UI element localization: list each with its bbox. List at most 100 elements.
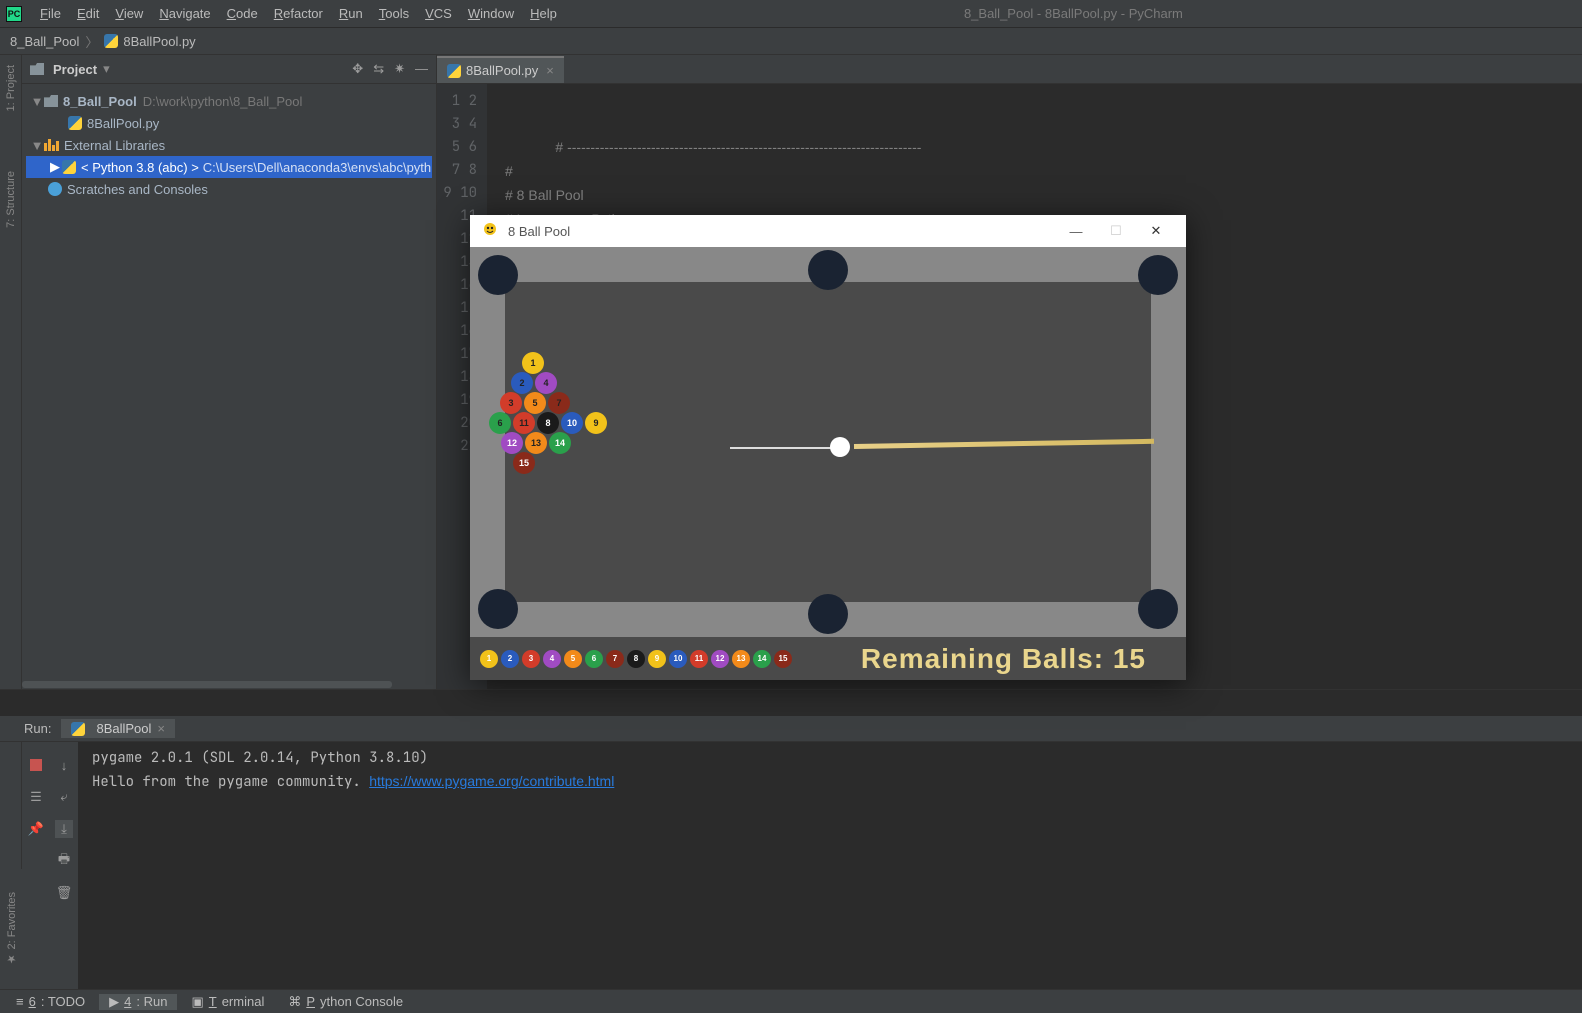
ball-6[interactable]: 6 — [489, 412, 511, 434]
tool-project[interactable]: 1: Project — [5, 65, 17, 111]
console-link[interactable]: https://www.pygame.org/contribute.html — [369, 773, 614, 789]
favorites-tool[interactable]: ★ 2: Favorites — [0, 869, 22, 989]
menu-help[interactable]: Help — [522, 6, 565, 21]
scroll-icon[interactable]: ⤓ — [55, 820, 73, 838]
ball-14[interactable]: 14 — [549, 432, 571, 454]
game-titlebar[interactable]: 8 Ball Pool — ☐ ✕ — [470, 215, 1186, 247]
down-icon[interactable]: ↓ — [55, 756, 73, 774]
mini-ball-3: 3 — [522, 650, 540, 668]
collapse-icon[interactable]: ⇆ — [373, 61, 384, 77]
mini-ball-13: 13 — [732, 650, 750, 668]
ball-1[interactable]: 1 — [522, 352, 544, 374]
project-panel: Project ▾ ✥ ⇆ ✷ — ▼ 8_Ball_Pool D:\work\… — [22, 55, 437, 689]
run-panel: Run: 8BallPool × ↻ ☰ 📌 ↑ ↓ ⤶ ⤓ 🖶 🗑 C:\Us… — [0, 689, 1582, 989]
cue-ball[interactable] — [830, 437, 850, 457]
ball-8[interactable]: 8 — [537, 412, 559, 434]
ball-2[interactable]: 2 — [511, 372, 533, 394]
python-icon — [62, 160, 76, 174]
breadcrumb-file[interactable]: 8BallPool.py — [123, 34, 195, 49]
close-icon[interactable]: × — [546, 63, 554, 78]
left-tool-gutter: 1: Project 7: Structure — [0, 55, 22, 689]
layout-icon[interactable]: ☰ — [27, 788, 45, 806]
project-tree: ▼ 8_Ball_Pool D:\work\python\8_Ball_Pool… — [22, 84, 436, 681]
mini-ball-9: 9 — [648, 650, 666, 668]
game-status-bar: 123456789101112131415 Remaining Balls: 1… — [470, 637, 1186, 680]
locate-icon[interactable]: ✥ — [352, 61, 363, 77]
tab-file[interactable]: 8BallPool.py × — [437, 56, 564, 83]
menu-tools[interactable]: Tools — [371, 6, 417, 21]
menu-bar: PC FileEditViewNavigateCodeRefactorRunTo… — [0, 0, 1582, 28]
menu-navigate[interactable]: Navigate — [151, 6, 218, 21]
mini-ball-8: 8 — [627, 650, 645, 668]
mini-ball-7: 7 — [606, 650, 624, 668]
chevron-right-icon: 〉 — [85, 32, 98, 51]
tree-root[interactable]: ▼ 8_Ball_Pool D:\work\python\8_Ball_Pool — [26, 90, 432, 112]
menu-vcs[interactable]: VCS — [417, 6, 460, 21]
stop-icon[interactable] — [27, 756, 45, 774]
run-tab[interactable]: 8BallPool × — [61, 719, 175, 738]
project-title[interactable]: Project — [53, 62, 97, 77]
ball-5[interactable]: 5 — [524, 392, 546, 414]
project-icon — [30, 63, 44, 75]
tree-interpreter[interactable]: ▶ < Python 3.8 (abc) > C:\Users\Dell\ana… — [26, 156, 432, 178]
ball-15[interactable]: 15 — [513, 452, 535, 474]
tree-file[interactable]: 8BallPool.py — [26, 112, 432, 134]
h-scrollbar[interactable] — [22, 681, 436, 689]
pool-table[interactable]: 124357611810912131415 — [470, 247, 1186, 637]
close-icon[interactable]: × — [157, 721, 165, 736]
bottom-tool-todo[interactable]: ≡6: TODO — [6, 994, 95, 1009]
ball-7[interactable]: 7 — [548, 392, 570, 414]
breadcrumb: 8_Ball_Pool 〉 8BallPool.py — [0, 28, 1582, 55]
menu-refactor[interactable]: Refactor — [266, 6, 331, 21]
library-icon — [44, 139, 59, 151]
menu-view[interactable]: View — [107, 6, 151, 21]
ball-13[interactable]: 13 — [525, 432, 547, 454]
mini-ball-15: 15 — [774, 650, 792, 668]
mini-ball-14: 14 — [753, 650, 771, 668]
python-file-icon — [71, 722, 85, 736]
run-toolbar-right: ↑ ↓ ⤶ ⤓ 🖶 🗑 — [50, 716, 78, 989]
tree-scratches[interactable]: Scratches and Consoles — [26, 178, 432, 200]
ball-3[interactable]: 3 — [500, 392, 522, 414]
breadcrumb-project[interactable]: 8_Ball_Pool — [10, 34, 79, 49]
bottom-tool-terminal[interactable]: ▣Terminal — [181, 994, 274, 1010]
mini-ball-4: 4 — [543, 650, 561, 668]
tool-structure[interactable]: 7: Structure — [5, 171, 17, 228]
python-file-icon — [68, 116, 82, 130]
bottom-tool-pythonconsole[interactable]: ⌘Python Console — [278, 994, 413, 1010]
console-output[interactable]: C:\Users\Dell\anaconda3\envs\abc\python.… — [78, 716, 1582, 989]
chevron-down-icon[interactable]: ▾ — [103, 61, 110, 77]
app-icon: PC — [6, 6, 22, 22]
run-toolbar-left: ↻ ☰ 📌 — [22, 716, 50, 989]
tree-external[interactable]: ▼ External Libraries — [26, 134, 432, 156]
ball-9[interactable]: 9 — [585, 412, 607, 434]
python-file-icon — [104, 34, 118, 48]
trash-icon[interactable]: 🗑 — [55, 884, 73, 902]
close-icon[interactable]: ✕ — [1136, 223, 1176, 239]
aim-line — [730, 447, 838, 449]
bottom-tool-run[interactable]: ▶4: Run — [99, 994, 177, 1010]
menu-edit[interactable]: Edit — [69, 6, 107, 21]
project-header: Project ▾ ✥ ⇆ ✷ — — [22, 55, 436, 84]
minimize-icon[interactable]: — — [1056, 224, 1096, 239]
mini-ball-12: 12 — [711, 650, 729, 668]
ball-11[interactable]: 11 — [513, 412, 535, 434]
editor-tabs: 8BallPool.py × — [437, 55, 1582, 84]
menu-code[interactable]: Code — [219, 6, 266, 21]
mini-ball-2: 2 — [501, 650, 519, 668]
gear-icon[interactable]: ✷ — [394, 61, 405, 77]
mini-ball-5: 5 — [564, 650, 582, 668]
menu-run[interactable]: Run — [331, 6, 371, 21]
menu-file[interactable]: File — [32, 6, 69, 21]
pin-icon[interactable]: 📌 — [27, 820, 45, 838]
print-icon[interactable]: 🖶 — [55, 852, 73, 870]
ball-12[interactable]: 12 — [501, 432, 523, 454]
hide-icon[interactable]: — — [415, 61, 428, 77]
ball-4[interactable]: 4 — [535, 372, 557, 394]
wrap-icon[interactable]: ⤶ — [55, 788, 73, 806]
ball-10[interactable]: 10 — [561, 412, 583, 434]
menu-window[interactable]: Window — [460, 6, 522, 21]
mini-ball-11: 11 — [690, 650, 708, 668]
pygame-icon — [480, 221, 500, 241]
maximize-icon[interactable]: ☐ — [1096, 223, 1136, 239]
